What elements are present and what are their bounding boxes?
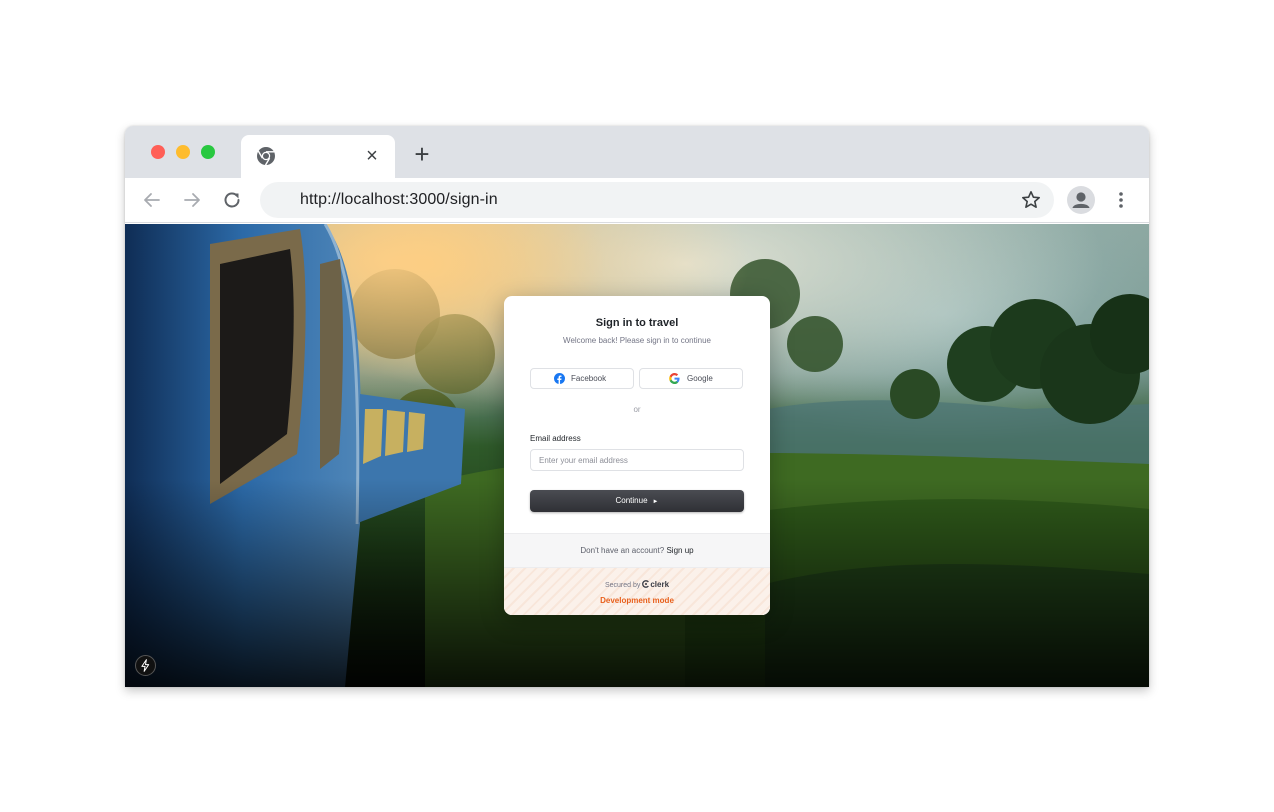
chrome-icon bbox=[257, 147, 275, 166]
or-divider: or bbox=[633, 405, 641, 414]
continue-button[interactable]: Continue ► bbox=[530, 490, 744, 512]
tab-close-button[interactable]: × bbox=[362, 145, 382, 167]
arrow-right-icon[interactable] bbox=[181, 189, 203, 211]
close-window-button[interactable] bbox=[151, 145, 165, 159]
address-bar[interactable]: http://localhost:3000/sign-in bbox=[260, 182, 1054, 218]
clerk-text: clerk bbox=[650, 580, 670, 589]
email-field[interactable] bbox=[530, 449, 744, 471]
development-mode-strip: Secured by clerk Development mode bbox=[504, 567, 770, 615]
secured-by-text: Secured by bbox=[604, 582, 641, 589]
triangle-right-icon: ► bbox=[652, 499, 659, 505]
dev-indicator-button[interactable] bbox=[135, 655, 156, 676]
sign-in-card: Sign in to travel Welcome back! Please s… bbox=[504, 296, 770, 615]
sign-up-prompt: Don't have an account? Sign up bbox=[504, 546, 770, 555]
no-account-text: Don't have an account? bbox=[580, 546, 665, 555]
clerk-logo[interactable]: clerk bbox=[642, 580, 669, 589]
sign-in-subtitle: Welcome back! Please sign in to continue bbox=[563, 336, 711, 345]
facebook-button[interactable]: Facebook bbox=[530, 368, 634, 389]
person-icon bbox=[1072, 192, 1090, 208]
google-label: Google bbox=[687, 374, 713, 383]
maximize-window-button[interactable] bbox=[201, 145, 215, 159]
tab-bar: × + bbox=[125, 126, 1149, 178]
facebook-label: Facebook bbox=[571, 374, 607, 383]
card-footer: Don't have an account? Sign up Secured b… bbox=[504, 533, 770, 615]
browser-window: × + http://localhost:3000/sign-in Sign i… bbox=[125, 126, 1149, 687]
profile-button[interactable] bbox=[1067, 186, 1095, 214]
page-viewport: Sign in to travel Welcome back! Please s… bbox=[125, 224, 1149, 687]
sign-in-title: Sign in to travel bbox=[595, 317, 679, 329]
email-label: Email address bbox=[530, 434, 581, 443]
google-button[interactable]: Google bbox=[639, 368, 743, 389]
new-tab-button[interactable]: + bbox=[411, 141, 433, 167]
star-icon[interactable] bbox=[1020, 189, 1042, 211]
url-text[interactable]: http://localhost:3000/sign-in bbox=[300, 191, 498, 209]
browser-toolbar: http://localhost:3000/sign-in bbox=[125, 178, 1149, 223]
lightning-icon bbox=[141, 659, 150, 672]
active-tab[interactable]: × bbox=[241, 135, 395, 178]
minimize-window-button[interactable] bbox=[176, 145, 190, 159]
facebook-icon bbox=[554, 373, 565, 384]
sign-up-link[interactable]: Sign up bbox=[666, 546, 693, 555]
development-mode-label: Development mode bbox=[600, 596, 674, 605]
reload-icon[interactable] bbox=[221, 189, 243, 211]
secured-by: Secured by clerk bbox=[504, 580, 770, 589]
continue-label: Continue bbox=[615, 496, 648, 505]
arrow-left-icon[interactable] bbox=[141, 189, 163, 211]
google-icon bbox=[669, 373, 680, 384]
kebab-menu-icon[interactable] bbox=[1111, 189, 1131, 211]
